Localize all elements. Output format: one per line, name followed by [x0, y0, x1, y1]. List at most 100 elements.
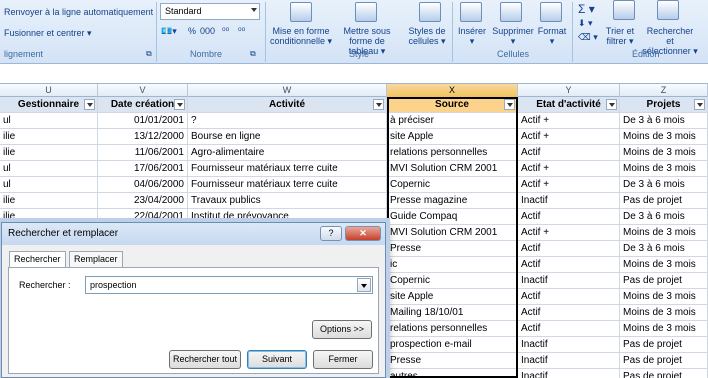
table-cell[interactable]: ic — [387, 257, 518, 273]
table-cell[interactable]: relations personnelles — [387, 321, 518, 337]
close-icon[interactable]: ✕ — [345, 226, 381, 241]
table-cell[interactable]: Actif — [518, 321, 620, 337]
table-cell[interactable]: Actif — [518, 145, 620, 161]
header-cell[interactable]: Activité — [188, 97, 387, 113]
table-cell[interactable]: Pas de projet — [620, 273, 708, 289]
table-cell[interactable]: Agro-alimentaire — [188, 145, 387, 161]
table-cell[interactable]: ilie — [0, 193, 98, 209]
table-cell[interactable]: Copernic — [387, 177, 518, 193]
table-cell[interactable]: Presse — [387, 241, 518, 257]
tab-replace[interactable]: Remplacer — [69, 251, 123, 267]
table-cell[interactable]: Presse — [387, 353, 518, 369]
column-header-z[interactable]: Z — [620, 84, 708, 97]
table-cell[interactable]: Inactif — [518, 353, 620, 369]
table-cell[interactable]: ilie — [0, 145, 98, 161]
header-cell[interactable]: Gestionnaire — [0, 97, 98, 113]
table-cell[interactable]: Presse magazine — [387, 193, 518, 209]
table-cell[interactable]: site Apple — [387, 289, 518, 305]
cell-styles-button[interactable]: Styles de cellules ▾ — [405, 26, 449, 46]
table-cell[interactable]: Pas de projet — [620, 353, 708, 369]
header-cell[interactable]: Etat d'activité — [518, 97, 620, 113]
column-header-w[interactable]: W — [188, 84, 387, 97]
options-button[interactable]: Options >> — [312, 320, 372, 339]
table-cell[interactable]: MVI Solution CRM 2001 — [387, 225, 518, 241]
table-cell[interactable]: Actif — [518, 257, 620, 273]
table-cell[interactable]: De 3 à 6 mois — [620, 241, 708, 257]
thousands-button[interactable]: 000 — [200, 26, 215, 40]
increase-decimal-icon[interactable]: ⁰⁰ — [222, 26, 229, 40]
column-header-v[interactable]: V — [98, 84, 188, 97]
column-header-y[interactable]: Y — [518, 84, 620, 97]
header-cell[interactable]: Source — [387, 97, 518, 113]
column-header-u[interactable]: U — [0, 84, 98, 97]
table-cell[interactable]: Actif + — [518, 113, 620, 129]
close-button[interactable]: Fermer — [313, 350, 373, 369]
filter-dropdown-icon[interactable] — [174, 99, 185, 110]
header-cell[interactable]: Date création — [98, 97, 188, 113]
table-cell[interactable]: Actif + — [518, 161, 620, 177]
table-cell[interactable]: Moins de 3 mois — [620, 321, 708, 337]
percent-button[interactable]: % — [188, 26, 196, 40]
header-cell[interactable]: Projets — [620, 97, 708, 113]
table-cell[interactable]: 17/06/2001 — [98, 161, 188, 177]
find-all-button[interactable]: Rechercher tout — [169, 350, 241, 369]
table-cell[interactable]: ? — [188, 113, 387, 129]
table-cell[interactable]: Actif — [518, 209, 620, 225]
merge-center-button[interactable]: Fusionner et centrer ▾ — [4, 28, 92, 39]
table-cell[interactable]: Actif + — [518, 225, 620, 241]
table-cell[interactable]: Moins de 3 mois — [620, 257, 708, 273]
number-launcher-icon[interactable]: ⧉ — [250, 49, 256, 59]
format-cells-button[interactable]: Format ▾ — [535, 26, 569, 46]
table-cell[interactable]: ul — [0, 161, 98, 177]
table-cell[interactable]: Pas de projet — [620, 193, 708, 209]
find-input[interactable]: prospection — [85, 276, 373, 294]
table-cell[interactable]: ul — [0, 113, 98, 129]
table-cell[interactable]: Inactif — [518, 369, 620, 378]
table-cell[interactable]: De 3 à 6 mois — [620, 177, 708, 193]
table-cell[interactable]: MVI Solution CRM 2001 — [387, 161, 518, 177]
table-cell[interactable]: site Apple — [387, 129, 518, 145]
table-cell[interactable]: 01/01/2001 — [98, 113, 188, 129]
table-cell[interactable]: Travaux publics — [188, 193, 387, 209]
delete-cells-button[interactable]: Supprimer ▾ — [490, 26, 536, 46]
table-cell[interactable]: Inactif — [518, 337, 620, 353]
table-cell[interactable]: Actif — [518, 305, 620, 321]
alignment-launcher-icon[interactable]: ⧉ — [146, 49, 152, 59]
table-cell[interactable]: Inactif — [518, 193, 620, 209]
column-header-x[interactable]: X — [387, 84, 518, 97]
table-cell[interactable]: Pas de projet — [620, 337, 708, 353]
table-cell[interactable]: Actif + — [518, 177, 620, 193]
table-cell[interactable]: Moins de 3 mois — [620, 161, 708, 177]
table-cell[interactable]: Bourse en ligne — [188, 129, 387, 145]
table-cell[interactable]: à préciser — [387, 113, 518, 129]
table-cell[interactable]: 04/06/2000 — [98, 177, 188, 193]
filter-dropdown-icon[interactable] — [84, 99, 95, 110]
table-cell[interactable]: 23/04/2000 — [98, 193, 188, 209]
table-cell[interactable]: Moins de 3 mois — [620, 289, 708, 305]
number-format-select[interactable]: Standard — [160, 3, 260, 20]
sort-filter-button[interactable]: Trier et filtrer ▾ — [600, 26, 640, 46]
table-cell[interactable]: ul — [0, 177, 98, 193]
currency-icon[interactable]: 💶▾ — [161, 26, 177, 40]
table-cell[interactable]: Copernic — [387, 273, 518, 289]
tab-find[interactable]: Rechercher — [9, 251, 66, 268]
autosum-icon[interactable]: Σ ▾ — [578, 2, 595, 16]
table-cell[interactable]: Moins de 3 mois — [620, 225, 708, 241]
chevron-down-icon[interactable] — [357, 278, 371, 292]
table-cell[interactable]: Moins de 3 mois — [620, 129, 708, 145]
table-cell[interactable]: Moins de 3 mois — [620, 305, 708, 321]
table-cell[interactable]: Moins de 3 mois — [620, 145, 708, 161]
fill-icon[interactable]: ⬇ ▾ — [578, 18, 593, 32]
wrap-text-button[interactable]: Renvoyer à la ligne automatiquement — [4, 7, 153, 17]
table-cell[interactable]: relations personnelles — [387, 145, 518, 161]
conditional-format-button[interactable]: Mise en forme conditionnelle ▾ — [268, 26, 334, 46]
insert-cells-button[interactable]: Insérer ▾ — [455, 26, 489, 46]
table-cell[interactable]: 11/06/2001 — [98, 145, 188, 161]
table-cell[interactable]: Fournisseur matériaux terre cuite — [188, 161, 387, 177]
table-cell[interactable]: prospection e-mail — [387, 337, 518, 353]
filter-dropdown-icon[interactable] — [606, 99, 617, 110]
table-cell[interactable]: Actif — [518, 289, 620, 305]
table-cell[interactable]: Fournisseur matériaux terre cuite — [188, 177, 387, 193]
table-cell[interactable]: autres — [387, 369, 518, 378]
table-cell[interactable]: Mailing 18/10/01 — [387, 305, 518, 321]
